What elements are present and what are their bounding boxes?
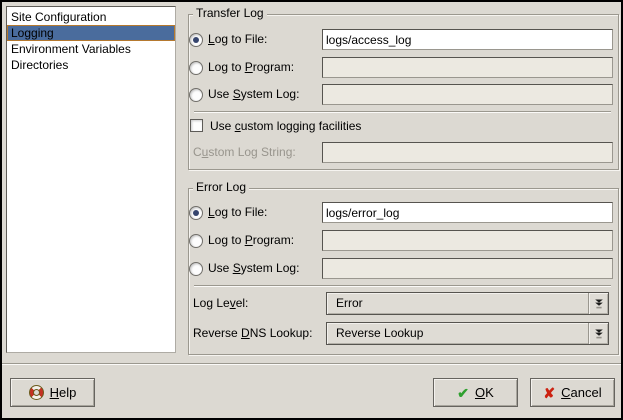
error-log-to-program-label: Log to Program: [208, 230, 294, 251]
reverse-dns-lookup-label: Reverse DNS Lookup: [193, 322, 312, 345]
sidebar-item-site-configuration[interactable]: Site Configuration [7, 9, 175, 25]
cancel-button-label: Cancel [561, 385, 601, 400]
error-log-program-input [322, 230, 613, 251]
category-list: Site Configuration Logging Environment V… [6, 6, 176, 353]
log-level-dropdown[interactable]: Error [326, 292, 609, 315]
transfer-use-system-log-label: Use System Log: [208, 84, 299, 105]
error-use-system-log-label: Use System Log: [208, 258, 299, 279]
custom-log-string-label: Custom Log String: [193, 142, 296, 163]
help-button-label: Help [50, 385, 77, 400]
error-system-log-input [322, 258, 613, 279]
transfer-log-to-file-radio[interactable] [189, 33, 203, 47]
transfer-frame-separator [194, 111, 611, 113]
error-log-file-input[interactable] [322, 202, 613, 223]
transfer-log-program-input [322, 57, 613, 78]
help-lifebuoy-icon [29, 385, 44, 400]
ok-button-label: OK [475, 385, 494, 400]
transfer-log-frame-title: Transfer Log [193, 7, 267, 20]
dropdown-arrow-icon [588, 293, 608, 314]
use-custom-logging-checkbox[interactable] [190, 119, 203, 132]
cancel-x-icon: ✘ [543, 386, 555, 400]
help-button[interactable]: Help [10, 378, 95, 407]
cancel-button[interactable]: ✘ Cancel [530, 378, 615, 407]
log-level-value: Error [327, 293, 588, 314]
error-frame-separator [194, 285, 611, 287]
error-log-frame-title: Error Log [193, 181, 249, 194]
transfer-log-to-program-radio[interactable] [189, 61, 203, 75]
custom-log-string-input [322, 142, 613, 163]
transfer-log-to-file-label: Log to File: [208, 29, 267, 50]
transfer-log-to-program-label: Log to Program: [208, 57, 294, 78]
logging-settings-dialog: Site Configuration Logging Environment V… [0, 0, 623, 420]
transfer-system-log-input [322, 84, 613, 105]
reverse-dns-lookup-dropdown[interactable]: Reverse Lookup [326, 322, 609, 345]
dropdown-arrow-icon [588, 323, 608, 344]
sidebar-item-directories[interactable]: Directories [7, 57, 175, 73]
error-log-to-file-radio[interactable] [189, 206, 203, 220]
action-area-separator [2, 363, 621, 365]
sidebar-item-logging[interactable]: Logging [7, 25, 175, 41]
log-level-label: Log Level: [193, 292, 248, 315]
sidebar-item-environment-variables[interactable]: Environment Variables [7, 41, 175, 57]
use-custom-logging-label: Use custom logging facilities [210, 119, 361, 133]
reverse-dns-lookup-value: Reverse Lookup [327, 323, 588, 344]
error-use-system-log-radio[interactable] [189, 262, 203, 276]
error-log-to-program-radio[interactable] [189, 234, 203, 248]
ok-button[interactable]: ✔ OK [433, 378, 518, 407]
transfer-log-file-input[interactable] [322, 29, 613, 50]
ok-check-icon: ✔ [457, 386, 469, 400]
transfer-use-system-log-radio[interactable] [189, 88, 203, 102]
error-log-to-file-label: Log to File: [208, 202, 267, 223]
